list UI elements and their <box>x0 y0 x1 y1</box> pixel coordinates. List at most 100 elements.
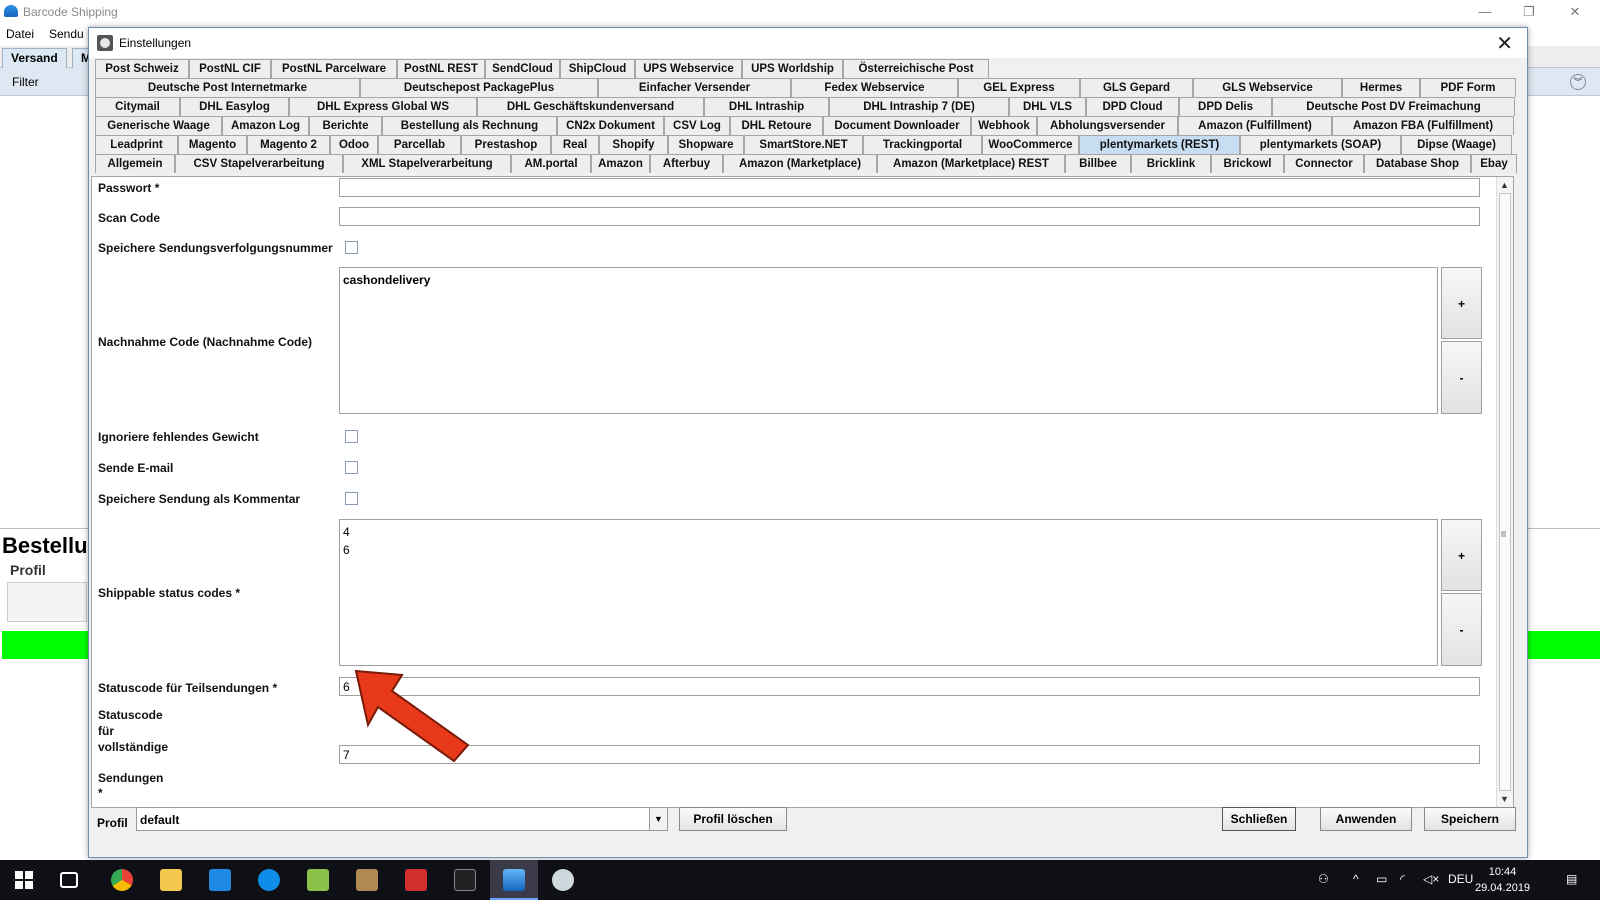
tab-fedex-webservice[interactable]: Fedex Webservice <box>791 78 958 97</box>
tab-smartstore-net[interactable]: SmartStore.NET <box>744 135 863 154</box>
tab-afterbuy[interactable]: Afterbuy <box>650 154 723 173</box>
tab-amazon[interactable]: Amazon <box>591 154 650 173</box>
tab-deutsche-post-internetmarke[interactable]: Deutsche Post Internetmarke <box>95 78 360 97</box>
tab-webhook[interactable]: Webhook <box>971 116 1037 135</box>
tab-postnl-rest[interactable]: PostNL REST <box>397 59 485 78</box>
anwenden-button[interactable]: Anwenden <box>1320 807 1412 831</box>
acrobat-icon[interactable] <box>405 869 427 891</box>
tab-gel-express[interactable]: GEL Express <box>958 78 1080 97</box>
speichern-button[interactable]: Speichern <box>1424 807 1516 831</box>
tab-gls-gepard[interactable]: GLS Gepard <box>1080 78 1193 97</box>
tab-dipse-waage[interactable]: Dipse (Waage) <box>1401 135 1512 154</box>
tab-billbee[interactable]: Billbee <box>1065 154 1131 173</box>
tab-pdf-form[interactable]: PDF Form <box>1420 78 1516 97</box>
tab-woocommerce[interactable]: WooCommerce <box>982 135 1079 154</box>
scan-code-field[interactable] <box>339 207 1480 226</box>
tab-dhl-intraship[interactable]: DHL Intraship <box>704 97 829 116</box>
tab-magento[interactable]: Magento <box>178 135 247 154</box>
tab-ebay[interactable]: Ebay <box>1471 154 1517 173</box>
nachnahme-remove-button[interactable]: - <box>1441 341 1482 414</box>
tab-dhl-vls[interactable]: DHL VLS <box>1009 97 1086 116</box>
tab-dhl-express-global-ws[interactable]: DHL Express Global WS <box>289 97 477 116</box>
nachnahme-add-button[interactable]: + <box>1441 267 1482 339</box>
tab-dhl-easylog[interactable]: DHL Easylog <box>180 97 289 116</box>
tab-hermes[interactable]: Hermes <box>1342 78 1420 97</box>
filter-label[interactable]: Filter <box>12 75 39 89</box>
clock[interactable]: 10:44 29.04.2019 <box>1475 864 1530 896</box>
tab-am-portal[interactable]: AM.portal <box>511 154 591 173</box>
scroll-thumb[interactable]: ═ ═ ═ <box>1499 193 1511 791</box>
tab-document-downloader[interactable]: Document Downloader <box>823 116 971 135</box>
tab-real[interactable]: Real <box>551 135 599 154</box>
tab-prestashop[interactable]: Prestashop <box>461 135 551 154</box>
tab-post-schweiz[interactable]: Post Schweiz <box>95 59 189 78</box>
tab-magento-2[interactable]: Magento 2 <box>247 135 330 154</box>
tab-csv-log[interactable]: CSV Log <box>664 116 730 135</box>
people-icon[interactable]: ⚇ <box>1318 872 1329 886</box>
tab-csv-stapelverarbeitung[interactable]: CSV Stapelverarbeitung <box>175 154 343 173</box>
chevron-down-icon[interactable]: ▼ <box>649 808 667 830</box>
tab-allgemein[interactable]: Allgemein <box>95 154 175 173</box>
barcode-shipping-icon[interactable] <box>503 869 525 891</box>
tab-citymail[interactable]: Citymail <box>95 97 180 116</box>
form-scrollbar[interactable]: ▲ ═ ═ ═ ▼ <box>1496 177 1513 807</box>
tab-sendcloud[interactable]: SendCloud <box>485 59 560 78</box>
chevron-up-icon[interactable]: ^ <box>1353 872 1359 886</box>
tab-brickowl[interactable]: Brickowl <box>1211 154 1284 173</box>
tab-österreichische-post[interactable]: Österreichische Post <box>843 59 989 78</box>
profil-select[interactable]: default ▼ <box>136 807 668 831</box>
windows-start-icon[interactable] <box>13 869 35 891</box>
tab-postnl-parcelware[interactable]: PostNL Parcelware <box>271 59 397 78</box>
tab-amazon-fba-fulfillment[interactable]: Amazon FBA (Fulfillment) <box>1332 116 1514 135</box>
tab-dpd-delis[interactable]: DPD Delis <box>1179 97 1272 116</box>
shippable-add-button[interactable]: + <box>1441 519 1482 591</box>
tab-amazon-log[interactable]: Amazon Log <box>222 116 309 135</box>
restore-button[interactable]: ❐ <box>1514 2 1544 22</box>
tab-cn2x-dokument[interactable]: CN2x Dokument <box>557 116 664 135</box>
shippable-remove-button[interactable]: - <box>1441 593 1482 666</box>
tab-database-shop[interactable]: Database Shop <box>1364 154 1471 173</box>
menu-sendungen[interactable]: Sendu <box>49 27 84 41</box>
tab-dhl-retoure[interactable]: DHL Retoure <box>730 116 823 135</box>
tab-plentymarkets-soap[interactable]: plentymarkets (SOAP) <box>1240 135 1401 154</box>
tab-plentymarkets-rest[interactable]: plentymarkets (REST) <box>1079 135 1240 154</box>
tab-shopify[interactable]: Shopify <box>599 135 668 154</box>
tab-connector[interactable]: Connector <box>1284 154 1364 173</box>
tab-leadprint[interactable]: Leadprint <box>95 135 178 154</box>
tab-deutschepost-packageplus[interactable]: Deutschepost PackagePlus <box>360 78 598 97</box>
ignoriere-gewicht-checkbox[interactable] <box>345 430 358 443</box>
tab-shopware[interactable]: Shopware <box>668 135 744 154</box>
list-item[interactable]: 6 <box>343 541 1434 559</box>
speichere-tracking-checkbox[interactable] <box>345 241 358 254</box>
list-item[interactable]: 4 <box>343 523 1434 541</box>
teilsendungen-field[interactable]: 6 <box>339 677 1480 696</box>
tab-bricklink[interactable]: Bricklink <box>1131 154 1211 173</box>
paint-tool-icon[interactable] <box>552 869 574 891</box>
profil-loeschen-button[interactable]: Profil löschen <box>679 807 787 831</box>
terminal-icon[interactable] <box>454 869 476 891</box>
tab-odoo[interactable]: Odoo <box>330 135 378 154</box>
tab-xml-stapelverarbeitung[interactable]: XML Stapelverarbeitung <box>343 154 511 173</box>
chrome-icon[interactable] <box>111 869 133 891</box>
close-app-button[interactable]: ✕ <box>1560 2 1590 22</box>
scroll-up-icon[interactable]: ▲ <box>1500 180 1509 190</box>
vscode-icon[interactable] <box>209 869 231 891</box>
tab-bestellung-als-rechnung[interactable]: Bestellung als Rechnung <box>382 116 557 135</box>
scroll-down-icon[interactable]: ▼ <box>1500 794 1509 804</box>
tab-gls-webservice[interactable]: GLS Webservice <box>1193 78 1342 97</box>
tab-versand[interactable]: Versand <box>2 48 67 68</box>
notification-icon[interactable]: ▤ <box>1566 872 1577 886</box>
list-item[interactable]: cashondelivery <box>343 271 1434 289</box>
tab-amazon-marketplace-rest[interactable]: Amazon (Marketplace) REST <box>877 154 1065 173</box>
tab-dpd-cloud[interactable]: DPD Cloud <box>1086 97 1179 116</box>
tab-einfacher-versender[interactable]: Einfacher Versender <box>598 78 791 97</box>
speichere-kommentar-checkbox[interactable] <box>345 492 358 505</box>
tab-amazon-fulfillment[interactable]: Amazon (Fulfillment) <box>1178 116 1332 135</box>
menu-datei[interactable]: Datei <box>6 27 34 41</box>
tab-abholungsversender[interactable]: Abholungsversender <box>1037 116 1178 135</box>
passwort-field[interactable] <box>339 178 1480 197</box>
tab-generische-waage[interactable]: Generische Waage <box>95 116 222 135</box>
schliessen-button[interactable]: Schließen <box>1222 807 1296 831</box>
tab-shipcloud[interactable]: ShipCloud <box>560 59 635 78</box>
shippable-list[interactable]: 4 6 <box>339 519 1438 666</box>
